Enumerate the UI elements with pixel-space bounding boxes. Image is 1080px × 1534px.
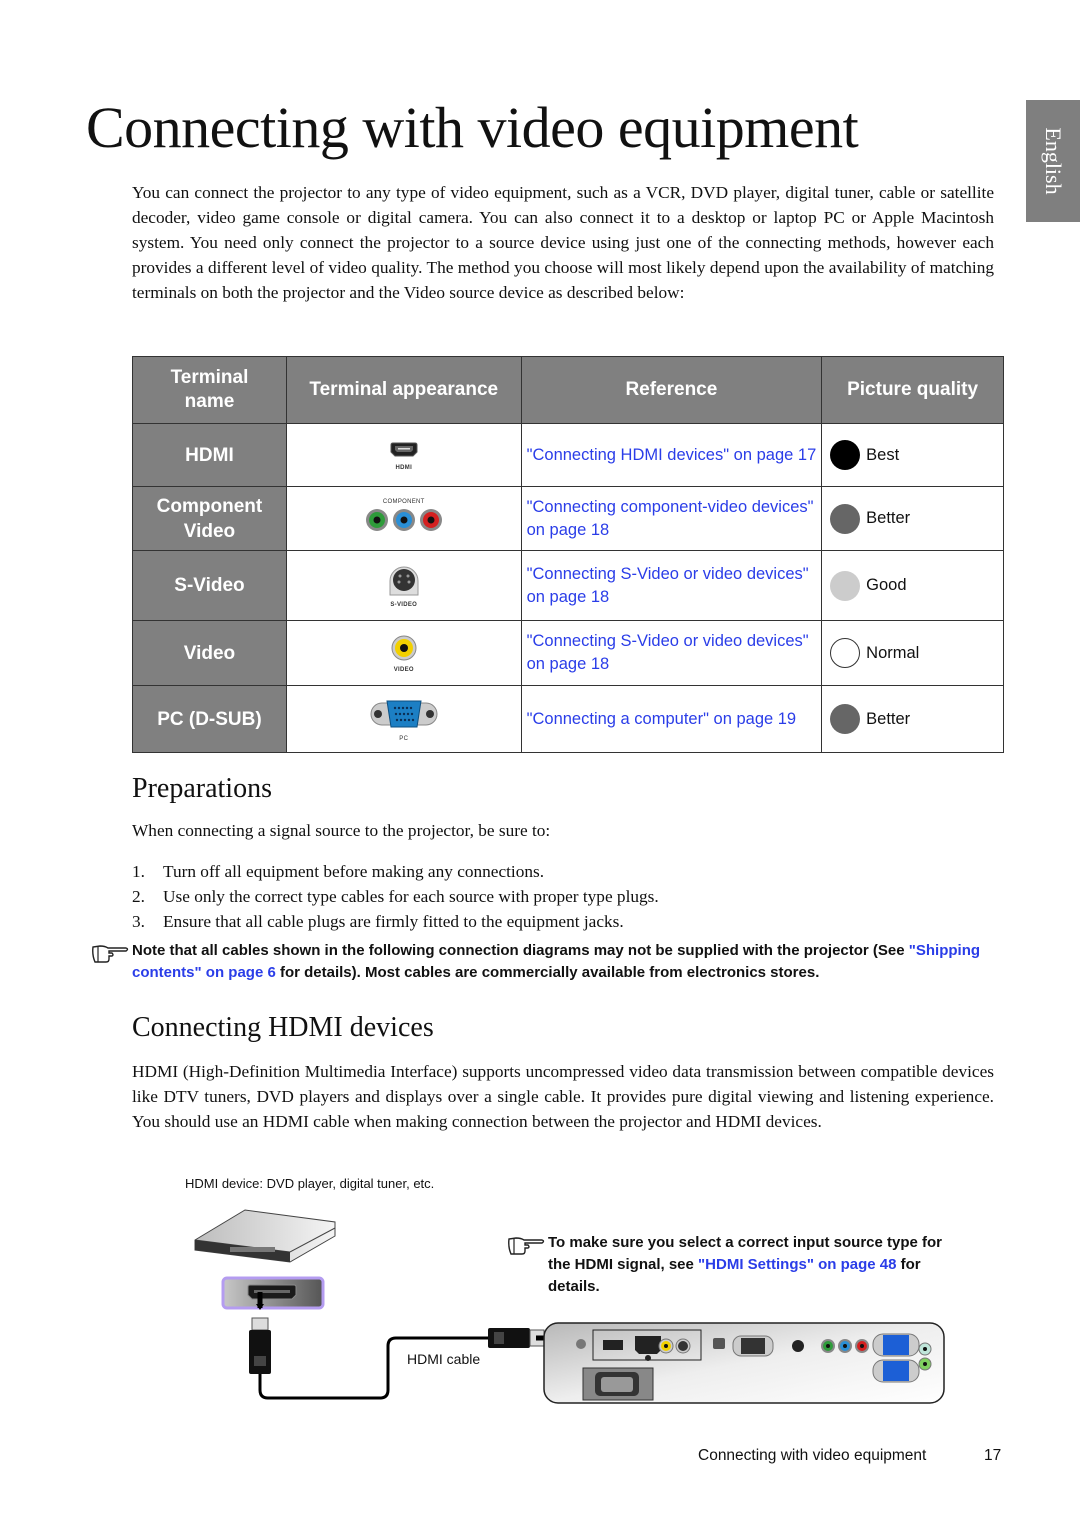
terminal-name: Component Video	[132, 486, 287, 551]
quality-label: Better	[866, 709, 911, 728]
picture-quality: Good	[821, 550, 1004, 621]
hdmi-settings-link[interactable]: "HDMI Settings" on page 48	[698, 1256, 896, 1273]
quality-indicator-icon	[830, 440, 861, 470]
preparations-intro: When connecting a signal source to the p…	[132, 821, 551, 840]
terminal-appearance: PC	[285, 685, 522, 753]
language-tab[interactable]: English	[1026, 100, 1080, 222]
note-text-before: Note that all cables shown in the follow…	[132, 942, 909, 959]
quality-indicator-icon	[830, 570, 861, 601]
table-row: S-Video S-VIDEO "Connecting S-Video or v…	[132, 550, 1004, 621]
table-row: Component Video COMPONENT "Connecting co…	[132, 486, 1004, 551]
device-caption: HDMI device: DVD player, digital tuner, …	[185, 1176, 435, 1191]
step-number: 3.	[132, 912, 145, 931]
pointing-hand-icon	[92, 945, 129, 963]
port-label: S-VIDEO	[390, 602, 418, 608]
projector-rear-panel	[543, 1322, 945, 1404]
port-label: VIDEO	[393, 666, 414, 673]
table-row: HDMI HDMI "Connecting HDMI devices" on p…	[132, 423, 1004, 487]
component-ports-icon	[365, 509, 442, 531]
terminal-name: S-Video	[132, 550, 287, 621]
port-label: COMPONENT	[382, 499, 425, 505]
table-header-row: Terminal name Terminal appearance Refere…	[132, 356, 1004, 424]
footer-section-title: Connecting with video equipment	[698, 1447, 927, 1464]
quality-indicator-icon	[830, 638, 861, 668]
note-hdmi-settings: To make sure you select a correct input …	[506, 1232, 956, 1298]
list-item: 1. Turn off all equipment before making a…	[132, 859, 659, 884]
video-port-icon	[391, 635, 417, 660]
language-tab-label: English	[1041, 127, 1066, 195]
terminal-appearance: S-VIDEO	[285, 550, 522, 621]
terminal-name-text: Component Video	[156, 495, 263, 542]
cable-label: HDMI cable	[407, 1351, 481, 1367]
picture-quality: Normal	[821, 620, 1004, 686]
header-terminal-name: Terminal name	[132, 356, 287, 424]
reference-link[interactable]: "Connecting HDMI devices" on page 17	[520, 423, 823, 487]
quality-label: Best	[866, 445, 900, 464]
reference-link[interactable]: "Connecting component-video devices" on …	[520, 486, 823, 551]
terminal-appearance: VIDEO	[285, 620, 522, 686]
list-item: 3. Ensure that all cable plugs are firmly…	[132, 909, 659, 934]
vga-port-icon	[370, 700, 438, 727]
header-reference: Reference	[520, 356, 823, 424]
port-label: HDMI	[395, 464, 413, 471]
port-label: PC	[399, 735, 409, 742]
terminal-table: Terminal name Terminal appearance Refere…	[132, 356, 1004, 753]
picture-quality: Better	[821, 685, 1004, 753]
s-video-port-icon	[389, 566, 419, 596]
terminal-name: HDMI	[132, 423, 287, 487]
hdmi-cable-illustration	[249, 1292, 560, 1400]
table-row: PC (D-SUB) PC "Connecting a computer" on…	[132, 685, 1004, 753]
terminal-name: Video	[132, 620, 287, 686]
picture-quality: Best	[821, 423, 1004, 487]
page-number: 17	[984, 1447, 1002, 1464]
quality-indicator-icon	[830, 503, 861, 534]
section-title-hdmi: Connecting HDMI devices	[132, 1012, 434, 1043]
section-title-preparations: Preparations	[132, 773, 272, 804]
terminal-appearance: COMPONENT	[285, 486, 522, 551]
intro-paragraph: You can connect the projector to any typ…	[132, 183, 994, 302]
reference-link[interactable]: "Connecting a computer" on page 19	[520, 685, 823, 753]
quality-indicator-icon	[830, 704, 861, 734]
step-text: Use only the correct type cables for eac…	[163, 887, 659, 906]
terminal-appearance: HDMI	[285, 423, 522, 487]
note-text-after: for details). Most cables are commercial…	[275, 964, 820, 981]
step-number: 2.	[132, 887, 145, 906]
quality-label: Better	[866, 509, 911, 527]
list-item: 2. Use only the correct type cables for e…	[132, 884, 659, 909]
preparations-steps: 1. Turn off all equipment before making a…	[132, 859, 659, 934]
header-picture-quality: Picture quality	[821, 356, 1004, 424]
table-row: Video VIDEO "Connecting S-Video or video…	[132, 620, 1004, 686]
hdmi-intro: HDMI (High-Definition Multimedia Interfa…	[132, 1062, 994, 1131]
header-terminal-appearance: Terminal appearance	[285, 356, 522, 424]
pointing-hand-icon	[508, 1237, 545, 1255]
page-title: Connecting with video equipment	[86, 95, 859, 160]
quality-label: Good	[866, 576, 907, 594]
reference-link[interactable]: "Connecting S-Video or video devices" on…	[520, 550, 823, 621]
reference-link[interactable]: "Connecting S-Video or video devices" on…	[520, 620, 823, 686]
step-text: Ensure that all cable plugs are firmly f…	[163, 912, 624, 931]
terminal-name: PC (D-SUB)	[132, 685, 287, 753]
note-cables: Note that all cables shown in the follow…	[90, 940, 1000, 984]
picture-quality: Better	[821, 486, 1004, 551]
quality-label: Normal	[866, 643, 920, 662]
step-number: 1.	[132, 862, 145, 881]
step-text: Turn off all equipment before making any…	[163, 862, 545, 881]
